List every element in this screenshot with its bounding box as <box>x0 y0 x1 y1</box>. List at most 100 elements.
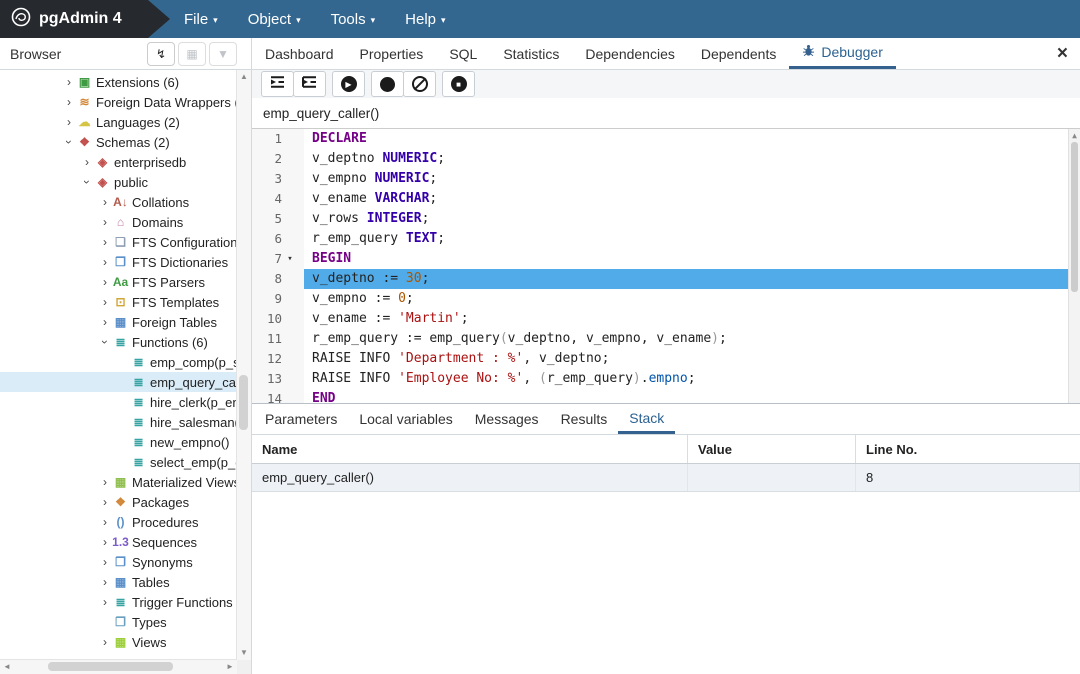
chevron-right-icon[interactable]: › <box>80 155 94 169</box>
chevron-right-icon[interactable]: › <box>98 475 112 489</box>
tab-properties[interactable]: Properties <box>347 38 437 69</box>
current-debug-line[interactable]: v_deptno := 30; <box>304 269 1080 289</box>
chevron-right-icon[interactable]: › <box>98 255 112 269</box>
tab-dependents[interactable]: Dependents <box>688 38 790 69</box>
code-line[interactable]: v_deptno NUMERIC; <box>304 149 1080 169</box>
tree-item-packages[interactable]: ›❖Packages <box>0 492 237 512</box>
menu-object[interactable]: Object▾ <box>248 11 301 28</box>
editor-line[interactable]: 1DECLARE <box>252 129 1080 149</box>
tree-item-new-empno[interactable]: ≣new_empno() <box>0 432 237 452</box>
editor-vertical-scrollbar[interactable]: ▲ <box>1068 129 1080 403</box>
scroll-up-icon[interactable]: ▲ <box>237 70 251 84</box>
chevron-right-icon[interactable]: › <box>98 595 112 609</box>
tree-item-sequences[interactable]: ›1.3Sequences <box>0 532 237 552</box>
toggle-breakpoint-button[interactable] <box>371 71 404 97</box>
chevron-right-icon[interactable]: › <box>98 555 112 569</box>
quick-search-button[interactable]: ↯ <box>147 42 175 66</box>
chevron-right-icon[interactable]: › <box>98 515 112 529</box>
tree-item-fts-configurations[interactable]: ›❏FTS Configurations <box>0 232 237 252</box>
step-over-button[interactable] <box>293 71 326 97</box>
editor-line[interactable]: 4v_ename VARCHAR; <box>252 189 1080 209</box>
chevron-down-icon[interactable]: › <box>80 175 94 189</box>
code-editor[interactable]: 1DECLARE2v_deptno NUMERIC;3v_empno NUMER… <box>252 129 1080 403</box>
chevron-right-icon[interactable]: › <box>62 75 76 89</box>
stack-frame-row[interactable]: emp_query_caller()8 <box>252 464 1080 492</box>
code-line[interactable]: RAISE INFO 'Department : %', v_deptno; <box>304 349 1080 369</box>
chevron-right-icon[interactable]: › <box>98 495 112 509</box>
code-line[interactable]: RAISE INFO 'Employee No: %', (r_emp_quer… <box>304 369 1080 389</box>
tree-item-enterprisedb[interactable]: ›◈enterprisedb <box>0 152 237 172</box>
tree-item-types[interactable]: ❐Types <box>0 612 237 632</box>
step-into-button[interactable] <box>261 71 294 97</box>
tree-vscroll-thumb[interactable] <box>239 375 248 430</box>
tree-item-procedures[interactable]: ›()Procedures <box>0 512 237 532</box>
chevron-right-icon[interactable]: › <box>98 575 112 589</box>
close-icon[interactable]: × <box>1057 44 1068 63</box>
tree-item-foreign-data-wrappers-2[interactable]: ›≋Foreign Data Wrappers (2 <box>0 92 237 112</box>
code-line[interactable]: r_emp_query TEXT; <box>304 229 1080 249</box>
tab-sql[interactable]: SQL <box>436 38 490 69</box>
editor-line[interactable]: 14END <box>252 389 1080 403</box>
tab-dashboard[interactable]: Dashboard <box>252 38 347 69</box>
tab-dependencies[interactable]: Dependencies <box>572 38 688 69</box>
stop-button[interactable]: ■ <box>442 71 475 97</box>
menu-help[interactable]: Help▾ <box>405 11 445 28</box>
chevron-down-icon[interactable]: › <box>98 335 112 349</box>
tab-local-variables[interactable]: Local variables <box>348 404 463 434</box>
tree-item-hire-salesman[interactable]: ≣hire_salesman( <box>0 412 237 432</box>
tree-item-views[interactable]: ›▦Views <box>0 632 237 652</box>
chevron-down-icon[interactable]: › <box>62 135 76 149</box>
chevron-right-icon[interactable]: › <box>98 215 112 229</box>
code-line[interactable]: DECLARE <box>304 129 1080 149</box>
code-line[interactable]: v_ename := 'Martin'; <box>304 309 1080 329</box>
code-line[interactable]: v_empno NUMERIC; <box>304 169 1080 189</box>
tree-item-foreign-tables[interactable]: ›▦Foreign Tables <box>0 312 237 332</box>
chevron-right-icon[interactable]: › <box>62 115 76 129</box>
tree-item-hire-clerk-p-en[interactable]: ≣hire_clerk(p_en <box>0 392 237 412</box>
tree-item-fts-templates[interactable]: ›⊡FTS Templates <box>0 292 237 312</box>
chevron-right-icon[interactable]: › <box>98 315 112 329</box>
chevron-right-icon[interactable]: › <box>98 275 112 289</box>
code-line[interactable]: v_rows INTEGER; <box>304 209 1080 229</box>
tree-vertical-scrollbar[interactable]: ▲ ▼ <box>236 70 251 660</box>
chevron-right-icon[interactable]: › <box>98 535 112 549</box>
menu-tools[interactable]: Tools▾ <box>331 11 376 28</box>
editor-line[interactable]: 7▾BEGIN <box>252 249 1080 269</box>
clear-all-breakpoints-button[interactable] <box>403 71 436 97</box>
chevron-right-icon[interactable]: › <box>98 295 112 309</box>
tree-item-tables[interactable]: ›▦Tables <box>0 572 237 592</box>
tree-item-emp-comp-p-s[interactable]: ≣emp_comp(p_s <box>0 352 237 372</box>
tree-item-functions-6[interactable]: ›≣Functions (6) <box>0 332 237 352</box>
editor-line[interactable]: 8v_deptno := 30; <box>252 269 1080 289</box>
code-line[interactable]: v_ename VARCHAR; <box>304 189 1080 209</box>
editor-line[interactable]: 12RAISE INFO 'Department : %', v_deptno; <box>252 349 1080 369</box>
tree-item-synonyms[interactable]: ›❐Synonyms <box>0 552 237 572</box>
chevron-right-icon[interactable]: › <box>98 195 112 209</box>
tree-item-public[interactable]: ›◈public <box>0 172 237 192</box>
editor-vscroll-thumb[interactable] <box>1071 142 1078 292</box>
scroll-left-icon[interactable]: ◄ <box>0 660 14 674</box>
scroll-right-icon[interactable]: ► <box>223 660 237 674</box>
tab-results[interactable]: Results <box>550 404 619 434</box>
editor-line[interactable]: 3v_empno NUMERIC; <box>252 169 1080 189</box>
tree-item-extensions-6[interactable]: ›▣Extensions (6) <box>0 72 237 92</box>
tab-statistics[interactable]: Statistics <box>490 38 572 69</box>
editor-line[interactable]: 5v_rows INTEGER; <box>252 209 1080 229</box>
tree-item-schemas-2[interactable]: ›❖Schemas (2) <box>0 132 237 152</box>
tree-hscroll-thumb[interactable] <box>48 662 173 671</box>
chevron-right-icon[interactable]: › <box>98 635 112 649</box>
tree-item-select-emp-p-e[interactable]: ≣select_emp(p_e <box>0 452 237 472</box>
tree-item-collations[interactable]: ›A↓Collations <box>0 192 237 212</box>
code-line[interactable]: END <box>304 389 1080 403</box>
editor-line[interactable]: 13RAISE INFO 'Employee No: %', (r_emp_qu… <box>252 369 1080 389</box>
tab-debugger[interactable]: Debugger <box>789 38 896 69</box>
chevron-right-icon[interactable]: › <box>98 235 112 249</box>
tab-stack[interactable]: Stack <box>618 404 675 434</box>
menu-file[interactable]: File▾ <box>184 11 218 28</box>
continue-button[interactable]: ▶ <box>332 71 365 97</box>
tree-horizontal-scrollbar[interactable]: ◄ ► <box>0 659 237 674</box>
code-line[interactable]: r_emp_query := emp_query(v_deptno, v_emp… <box>304 329 1080 349</box>
chevron-right-icon[interactable]: › <box>62 95 76 109</box>
editor-line[interactable]: 9v_empno := 0; <box>252 289 1080 309</box>
editor-line[interactable]: 11r_emp_query := emp_query(v_deptno, v_e… <box>252 329 1080 349</box>
